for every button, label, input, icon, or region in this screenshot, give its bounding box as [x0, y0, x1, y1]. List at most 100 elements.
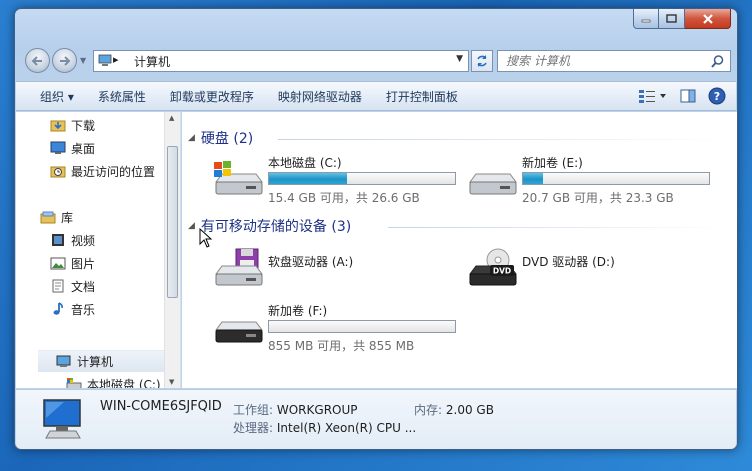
removable-disk-icon — [215, 321, 263, 343]
sidebar-item-videos[interactable]: 视频 — [50, 229, 180, 251]
drive-space-info: 20.7 GB 可用，共 23.3 GB — [522, 191, 674, 205]
sidebar-item-computer[interactable]: 计算机 — [38, 350, 176, 372]
drive-name: 新加卷 (F:) — [268, 304, 328, 318]
search-box — [497, 50, 731, 72]
drive-d-tile[interactable]: DVD DVD 驱动器 (D:) — [456, 240, 716, 296]
workgroup-value: WORKGROUP — [276, 403, 358, 417]
control-panel-button[interactable]: 打开控制面板 — [374, 88, 470, 105]
caption-buttons — [633, 9, 731, 29]
computer-name: WIN-COME6SJFQID — [100, 399, 222, 414]
memory-label: 内存: — [414, 403, 443, 417]
search-icon[interactable] — [711, 55, 724, 68]
uninstall-button[interactable]: 卸载或更改程序 — [158, 88, 266, 105]
workgroup-label: 工作组: — [233, 403, 274, 417]
sidebar-item-label: 桌面 — [71, 141, 96, 156]
scroll-down-icon[interactable]: ▼ — [169, 378, 174, 386]
drive-name: DVD 驱动器 (D:) — [522, 255, 615, 269]
address-chevron[interactable]: ▸ — [113, 53, 119, 66]
help-icon[interactable]: ? — [708, 87, 726, 105]
explorer-window: ▼ ▸ 计算机 ▼ 组织 ▾ — [14, 8, 738, 450]
maximize-button[interactable] — [659, 9, 685, 29]
back-arrow-icon — [31, 55, 42, 66]
downloads-folder-icon — [50, 120, 66, 132]
command-bar: 组织 ▾ 系统属性 卸载或更改程序 映射网络驱动器 打开控制面板 ? — [16, 81, 736, 111]
sidebar-item-label: 视频 — [71, 233, 96, 248]
computer-icon — [98, 54, 112, 66]
view-controls: ? — [638, 87, 726, 105]
organize-button[interactable]: 组织 ▾ — [16, 88, 86, 105]
breadcrumb-computer[interactable]: 计算机 — [134, 53, 170, 70]
close-icon — [702, 13, 713, 24]
sidebar-item-label: 计算机 — [77, 355, 114, 369]
group-divider — [278, 139, 728, 140]
recent-pages-dropdown[interactable]: ▼ — [80, 56, 86, 65]
memory-value: 2.00 GB — [445, 403, 494, 417]
drive-name: 本地磁盘 (C:) — [268, 156, 342, 170]
address-bar[interactable]: ▸ 计算机 ▼ — [93, 50, 469, 72]
drive-usage-fill — [523, 173, 544, 184]
maximize-icon — [666, 14, 677, 23]
navigation-pane: 下载 桌面 最近访问的位置 库 视频 图片 文档 音乐 计算机 本地磁盘 (C:… — [16, 112, 181, 388]
sidebar-item-libraries[interactable]: 库 — [40, 206, 180, 228]
drive-usage-fill — [269, 173, 348, 184]
back-button[interactable] — [25, 48, 50, 73]
group-divider — [388, 227, 728, 228]
group-title: 硬盘 (2) — [200, 131, 254, 147]
sidebar-item-label: 图片 — [71, 256, 96, 271]
sidebar-item-music[interactable]: 音乐 — [50, 298, 180, 320]
sidebar-item-label: 库 — [61, 210, 74, 225]
group-title: 有可移动存储的设备 (3) — [200, 219, 352, 235]
sidebar-item-pictures[interactable]: 图片 — [50, 252, 180, 274]
sidebar-item-label: 本地磁盘 (C:) — [87, 377, 161, 389]
collapse-triangle-icon[interactable]: ◢ — [188, 133, 195, 143]
sidebar-item-documents[interactable]: 文档 — [50, 275, 180, 297]
drive-e-tile[interactable]: 新加卷 (E:) 20.7 GB 可用，共 23.3 GB — [456, 150, 716, 206]
group-header-hard-disks[interactable]: ◢ 硬盘 (2) — [188, 128, 253, 148]
videos-icon — [52, 234, 64, 246]
documents-icon — [52, 279, 64, 293]
drive-usage-bar — [268, 320, 456, 333]
processor-label: 处理器: — [233, 421, 274, 435]
preview-pane-icon[interactable] — [680, 88, 696, 104]
local-disk-icon — [214, 161, 263, 195]
drive-a-tile[interactable]: 软盘驱动器 (A:) — [202, 240, 462, 296]
pictures-icon — [50, 257, 66, 270]
map-drive-button[interactable]: 映射网络驱动器 — [266, 88, 374, 105]
navigation-scrollbar[interactable]: ▲ ▼ — [164, 112, 180, 388]
view-options-icon[interactable] — [638, 88, 668, 104]
sidebar-item-label: 音乐 — [71, 302, 96, 317]
drive-f-tile[interactable]: 新加卷 (F:) 855 MB 可用，共 855 MB — [202, 298, 462, 354]
forward-button[interactable] — [52, 48, 77, 73]
navigation-bar: ▼ ▸ 计算机 ▼ — [23, 47, 731, 75]
computer-icon — [56, 355, 71, 367]
refresh-button[interactable] — [471, 50, 493, 72]
drive-usage-bar — [268, 172, 456, 185]
address-dropdown-icon[interactable]: ▼ — [456, 54, 463, 64]
sidebar-item-recent[interactable]: 最近访问的位置 — [50, 160, 180, 182]
dvd-drive-icon: DVD — [469, 248, 517, 286]
forward-arrow-icon — [60, 55, 71, 66]
minimize-button[interactable] — [633, 9, 659, 29]
sidebar-item-desktop[interactable]: 桌面 — [50, 137, 180, 159]
sidebar-item-label: 文档 — [71, 279, 96, 294]
hard-disk-icon — [469, 173, 517, 195]
sidebar-item-downloads[interactable]: 下载 — [50, 114, 180, 136]
scroll-up-icon[interactable]: ▲ — [169, 114, 174, 122]
processor-value: Intel(R) Xeon(R) CPU ... — [276, 421, 417, 435]
system-properties-button[interactable]: 系统属性 — [86, 88, 158, 105]
minimize-icon — [641, 19, 651, 22]
close-button[interactable] — [685, 9, 731, 29]
scrollbar-thumb[interactable] — [167, 146, 178, 298]
drive-c-tile[interactable]: 本地磁盘 (C:) 15.4 GB 可用，共 26.6 GB — [202, 150, 462, 206]
local-disk-icon — [66, 378, 82, 388]
details-pane: WIN-COME6SJFQID 工作组: WORKGROUP 内存: 2.00 … — [16, 389, 736, 449]
drive-name: 软盘驱动器 (A:) — [268, 255, 354, 269]
music-icon — [53, 302, 63, 315]
drive-name: 新加卷 (E:) — [522, 156, 583, 170]
desktop-icon — [50, 141, 66, 154]
collapse-triangle-icon[interactable]: ◢ — [188, 221, 195, 231]
search-input[interactable] — [498, 54, 698, 68]
svg-text:?: ? — [714, 90, 720, 103]
dvd-badge: DVD — [493, 267, 511, 276]
drive-usage-bar — [522, 172, 710, 185]
